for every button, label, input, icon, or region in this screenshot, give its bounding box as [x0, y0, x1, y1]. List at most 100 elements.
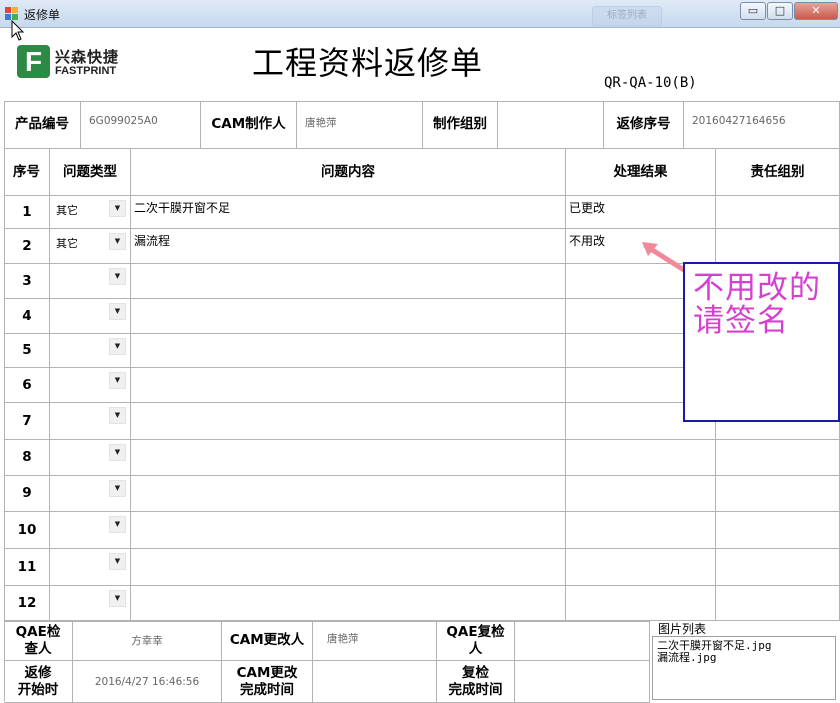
dropdown-arrow-icon[interactable]: ▼ [109, 553, 126, 570]
row-content-cell[interactable] [131, 264, 566, 299]
annotation-line-2: 请签名 [693, 303, 789, 339]
row-content-cell[interactable] [131, 299, 566, 334]
dropdown-arrow-icon[interactable]: ▼ [109, 480, 126, 497]
dropdown-arrow-icon[interactable]: ▼ [109, 268, 126, 285]
dropdown-arrow-icon[interactable]: ▼ [109, 303, 126, 320]
qae-inspector-label: QAE检 查人 [4, 621, 73, 661]
row-number: 3 [22, 272, 32, 289]
dropdown-arrow-icon[interactable]: ▼ [109, 338, 126, 355]
qae-recheck-field[interactable] [515, 621, 650, 661]
cam-maker-field[interactable]: 唐艳萍 [297, 101, 423, 149]
minimize-icon: ▭ [747, 4, 759, 17]
row-content-cell[interactable] [131, 549, 566, 586]
annotation-line-1: 不用改的 [693, 270, 821, 306]
row-number: 8 [22, 449, 32, 465]
dropdown-arrow-icon[interactable]: ▼ [109, 444, 126, 461]
close-button[interactable]: ✕ [794, 2, 838, 20]
row-group-cell[interactable] [716, 229, 840, 264]
logo-cn-text: 兴森快捷 [55, 48, 120, 66]
logo-en-text: FASTPRINT [55, 65, 117, 77]
make-group-label: 制作组别 [423, 101, 498, 149]
problem-content-value[interactable]: 漏流程 [134, 232, 170, 249]
maximize-button[interactable]: □ [767, 2, 793, 20]
result-value[interactable]: 已更改 [569, 199, 605, 216]
dropdown-arrow-icon[interactable]: ▼ [109, 516, 126, 533]
row-result-cell[interactable] [566, 586, 716, 621]
repair-seq-field[interactable]: 20160427164656 [684, 101, 840, 149]
row-content-cell[interactable] [131, 229, 566, 264]
mouse-cursor-icon [11, 20, 25, 41]
row-result-cell[interactable] [566, 476, 716, 512]
dropdown-arrow-icon[interactable]: ▼ [109, 590, 126, 607]
ghost-button: 标签列表 [592, 6, 662, 26]
problem-type-value[interactable]: 其它 [56, 202, 78, 218]
cam-modifier-label: CAM更改人 [222, 621, 313, 661]
row-content-cell[interactable] [131, 440, 566, 476]
product-no-label: 产品编号 [4, 101, 81, 149]
repair-start-field[interactable]: 2016/4/27 16:46:56 [73, 661, 222, 703]
row-group-cell[interactable] [716, 440, 840, 476]
row-content-cell[interactable] [131, 476, 566, 512]
close-icon: ✕ [811, 4, 821, 17]
row-group-cell[interactable] [716, 196, 840, 229]
window-titlebar[interactable]: 返修单 标签列表 ▭ □ ✕ [0, 0, 840, 28]
minimize-button[interactable]: ▭ [740, 2, 766, 20]
header-type: 问题类型 [50, 149, 131, 196]
row-number: 9 [22, 485, 32, 501]
row-group-cell[interactable] [716, 476, 840, 512]
row-number: 5 [22, 342, 32, 358]
image-list-item[interactable]: 漏流程.jpg [657, 652, 831, 664]
maximize-icon: □ [774, 4, 786, 17]
row-number: 10 [17, 521, 37, 538]
row-content-cell[interactable] [131, 334, 566, 368]
dropdown-arrow-icon[interactable]: ▼ [109, 233, 126, 250]
row-result-cell[interactable] [566, 440, 716, 476]
row-number: 6 [22, 376, 32, 393]
cam-finish-label: CAM更改 完成时间 [222, 661, 313, 703]
row-number: 2 [22, 237, 32, 254]
row-number: 1 [22, 203, 32, 220]
header-no: 序号 [4, 149, 50, 196]
header-content: 问题内容 [131, 149, 566, 196]
row-number: 7 [22, 412, 32, 429]
row-content-cell[interactable] [131, 368, 566, 403]
window-title: 返修单 [24, 8, 61, 22]
document-title: 工程资料返修单 [252, 44, 484, 82]
row-number: 12 [17, 594, 37, 611]
make-group-field[interactable] [498, 101, 604, 149]
cam-finish-field[interactable] [313, 661, 437, 703]
repair-seq-label: 返修序号 [604, 101, 684, 149]
header-group: 责任组别 [716, 149, 840, 196]
row-content-cell[interactable] [131, 512, 566, 549]
row-result-cell[interactable] [566, 549, 716, 586]
qae-recheck-label: QAE复检人 [437, 621, 515, 661]
recheck-finish-field[interactable] [515, 661, 650, 703]
dropdown-arrow-icon[interactable]: ▼ [109, 407, 126, 424]
logo-mark: F [17, 45, 50, 78]
product-no-field[interactable]: 6G099025A0 [81, 101, 201, 149]
cam-maker-label: CAM制作人 [201, 101, 297, 149]
row-content-cell[interactable] [131, 586, 566, 621]
row-group-cell[interactable] [716, 512, 840, 549]
image-list[interactable]: 二次干膜开窗不足.jpg 漏流程.jpg [652, 636, 836, 700]
dropdown-arrow-icon[interactable]: ▼ [109, 372, 126, 389]
problem-type-value[interactable]: 其它 [56, 235, 78, 251]
problem-content-value[interactable]: 二次干膜开窗不足 [134, 199, 230, 216]
annotation-box: 不用改的 请签名 [683, 262, 840, 422]
qae-inspector-field[interactable]: 方幸幸 [73, 621, 222, 661]
dropdown-arrow-icon[interactable]: ▼ [109, 200, 126, 217]
row-group-cell[interactable] [716, 586, 840, 621]
company-logo: F 兴森快捷 FASTPRINT [17, 45, 137, 81]
app-icon [5, 7, 18, 20]
repair-start-label: 返修 开始时 [4, 661, 73, 703]
row-content-cell[interactable] [131, 403, 566, 440]
header-result: 处理结果 [566, 149, 716, 196]
image-list-label: 图片列表 [658, 622, 707, 636]
row-result-cell[interactable] [566, 512, 716, 549]
recheck-finish-label: 复检 完成时间 [437, 661, 515, 703]
row-group-cell[interactable] [716, 549, 840, 586]
cam-modifier-field[interactable]: 唐艳萍 [313, 621, 437, 661]
row-number: 11 [17, 558, 37, 575]
annotation-text: 不用改的 请签名 [693, 272, 821, 338]
result-value[interactable]: 不用改 [569, 232, 605, 249]
